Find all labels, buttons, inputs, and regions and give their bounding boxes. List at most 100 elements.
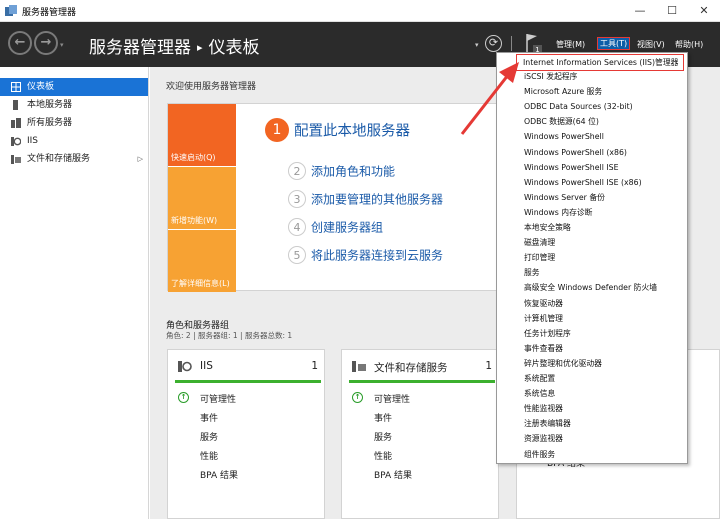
tools-menu-item[interactable]: 恢复驱动器 <box>497 296 687 311</box>
menu-view[interactable]: 视图(V) <box>637 39 665 50</box>
tools-menu-item[interactable]: 计算机管理 <box>497 311 687 326</box>
maximize-button[interactable]: ☐ <box>656 0 688 22</box>
refresh-button[interactable]: ⟳ <box>485 35 502 52</box>
tools-menu-item[interactable]: ODBC Data Sources (32-bit) <box>497 99 687 114</box>
role-card-iis[interactable]: IIS 1 ↑ 可管理性 事件 服务 性能 BPA 结果 <box>167 349 325 519</box>
step-number: 2 <box>288 162 306 180</box>
tools-menu-item[interactable]: 本地安全策略 <box>497 220 687 235</box>
step-label: 创建服务器组 <box>311 220 384 235</box>
breadcrumb-dropdown-icon[interactable]: ▾ <box>475 41 479 49</box>
tools-menu-item[interactable]: 组件服务 <box>497 447 687 462</box>
step-create-group[interactable]: 4 创建服务器组 <box>288 218 383 236</box>
tools-menu-item[interactable]: Internet Information Services (IIS)管理器 <box>516 54 684 71</box>
tools-menu-item[interactable]: 碎片整理和优化驱动器 <box>497 356 687 371</box>
role-card-file-storage[interactable]: 文件和存储服务 1 ↑ 可管理性 事件 服务 性能 BPA 结果 <box>341 349 499 519</box>
card-row-bpa[interactable]: BPA 结果 <box>374 468 412 481</box>
sidebar-item-iis[interactable]: IIS <box>0 132 148 150</box>
sidebar-item-file-storage[interactable]: 文件和存储服务 ▷ <box>0 150 148 168</box>
servers-icon <box>11 118 21 128</box>
welcome-title: 欢迎使用服务器管理器 <box>166 82 257 92</box>
card-title: IIS <box>200 360 213 372</box>
minimize-button[interactable]: — <box>624 0 656 22</box>
iis-icon <box>11 137 21 146</box>
step-label: 添加角色和功能 <box>311 164 396 179</box>
status-bar <box>349 380 495 383</box>
menu-manage[interactable]: 管理(M) <box>556 39 585 50</box>
tools-menu-item[interactable]: 性能监视器 <box>497 401 687 416</box>
step-label: 将此服务器连接到云服务 <box>311 248 444 263</box>
card-title: 文件和存储服务 <box>374 362 448 374</box>
expand-arrow-icon[interactable]: ▷ <box>138 150 143 168</box>
sidebar-item-local-server[interactable]: 本地服务器 <box>0 96 148 114</box>
storage-icon <box>352 361 366 372</box>
back-button[interactable]: ← <box>8 31 32 55</box>
tile-new-features[interactable]: 新增功能(W) <box>168 167 236 229</box>
step-connect-cloud[interactable]: 5 将此服务器连接到云服务 <box>288 246 443 264</box>
card-row-manageability[interactable]: 可管理性 <box>200 392 236 405</box>
card-row-manageability[interactable]: 可管理性 <box>374 392 410 405</box>
breadcrumb-app: 服务器管理器 <box>89 38 191 58</box>
step-add-servers[interactable]: 3 添加要管理的其他服务器 <box>288 190 443 208</box>
tools-menu-item[interactable]: 服务 <box>497 265 687 280</box>
storage-icon <box>11 155 21 164</box>
tile-quick-start[interactable]: 快速启动(Q) <box>168 104 236 166</box>
tools-menu-item[interactable]: Microsoft Azure 服务 <box>497 84 687 99</box>
window-title: 服务器管理器 <box>22 8 77 18</box>
tools-menu-item[interactable]: Windows PowerShell <box>497 129 687 144</box>
dashboard-icon <box>11 82 21 92</box>
card-row-performance[interactable]: 性能 <box>374 449 392 462</box>
breadcrumb-page: 仪表板 <box>208 38 260 58</box>
breadcrumb: 服务器管理器 ▸ 仪表板 <box>89 33 260 58</box>
card-row-events[interactable]: 事件 <box>374 411 392 424</box>
tools-menu-item[interactable]: Windows PowerShell (x86) <box>497 145 687 160</box>
sidebar-item-dashboard[interactable]: 仪表板 <box>0 78 148 96</box>
step-configure-local-server[interactable]: 1 配置此本地服务器 <box>265 118 410 142</box>
tile-learn-more[interactable]: 了解详细信息(L) <box>168 230 236 292</box>
card-row-bpa[interactable]: BPA 结果 <box>200 468 238 481</box>
sidebar-item-all-servers[interactable]: 所有服务器 <box>0 114 148 132</box>
tools-menu-item[interactable]: 事件查看器 <box>497 341 687 356</box>
tools-menu-item[interactable]: 注册表编辑器 <box>497 416 687 431</box>
card-row-performance[interactable]: 性能 <box>200 449 218 462</box>
tools-menu-item[interactable]: 资源监视器 <box>497 431 687 446</box>
step-number: 4 <box>288 218 306 236</box>
sidebar-item-label: 本地服务器 <box>27 100 73 110</box>
tools-dropdown-menu: Internet Information Services (IIS)管理器 iS… <box>496 52 688 464</box>
server-icon <box>13 100 18 110</box>
card-row-services[interactable]: 服务 <box>374 430 392 443</box>
forward-button[interactable]: → <box>34 31 58 55</box>
sidebar: 仪表板 本地服务器 所有服务器 IIS 文件和存储服务 ▷ <box>0 67 149 519</box>
history-dropdown-icon[interactable]: ▾ <box>60 41 64 49</box>
tile-label: 新增功能(W) <box>171 216 218 225</box>
tools-menu-item[interactable]: 磁盘清理 <box>497 235 687 250</box>
tile-label: 快速启动(Q) <box>171 153 216 162</box>
step-add-roles[interactable]: 2 添加角色和功能 <box>288 162 395 180</box>
card-row-events[interactable]: 事件 <box>200 411 218 424</box>
roles-summary: 角色: 2 | 服务器组: 1 | 服务器总数: 1 <box>166 331 293 340</box>
tools-menu-item[interactable]: 系统配置 <box>497 371 687 386</box>
tools-menu-item[interactable]: Windows Server 备份 <box>497 190 687 205</box>
notifications-flag-icon[interactable]: 1 <box>523 32 543 54</box>
menu-tools[interactable]: 工具(T) <box>596 37 631 50</box>
tools-menu-item[interactable]: Windows PowerShell ISE (x86) <box>497 175 687 190</box>
tools-menu-item[interactable]: Windows 内存诊断 <box>497 205 687 220</box>
card-row-services[interactable]: 服务 <box>200 430 218 443</box>
header-divider <box>511 36 512 51</box>
breadcrumb-separator-icon: ▸ <box>197 41 203 54</box>
sidebar-item-label: 仪表板 <box>27 82 55 92</box>
tools-menu-item[interactable]: 打印管理 <box>497 250 687 265</box>
tools-menu-item[interactable]: 系统信息 <box>497 386 687 401</box>
tools-menu-item[interactable]: Windows PowerShell ISE <box>497 160 687 175</box>
tools-menu-item[interactable]: iSCSI 发起程序 <box>497 69 687 84</box>
server-manager-icon <box>5 5 17 16</box>
sidebar-item-label: 文件和存储服务 <box>27 154 91 164</box>
welcome-panel: 快速启动(Q) 新增功能(W) 了解详细信息(L) 1 配置此本地服务器 2 添加角… <box>167 103 507 292</box>
close-button[interactable]: ✕ <box>688 0 720 22</box>
tools-menu-item[interactable]: ODBC 数据源(64 位) <box>497 114 687 129</box>
sidebar-item-label: 所有服务器 <box>27 118 73 128</box>
menu-help[interactable]: 帮助(H) <box>675 39 703 50</box>
tools-menu-item[interactable]: 高级安全 Windows Defender 防火墙 <box>497 280 687 295</box>
tools-menu-item[interactable]: 任务计划程序 <box>497 326 687 341</box>
card-count: 1 <box>485 360 492 372</box>
iis-icon <box>178 361 192 372</box>
